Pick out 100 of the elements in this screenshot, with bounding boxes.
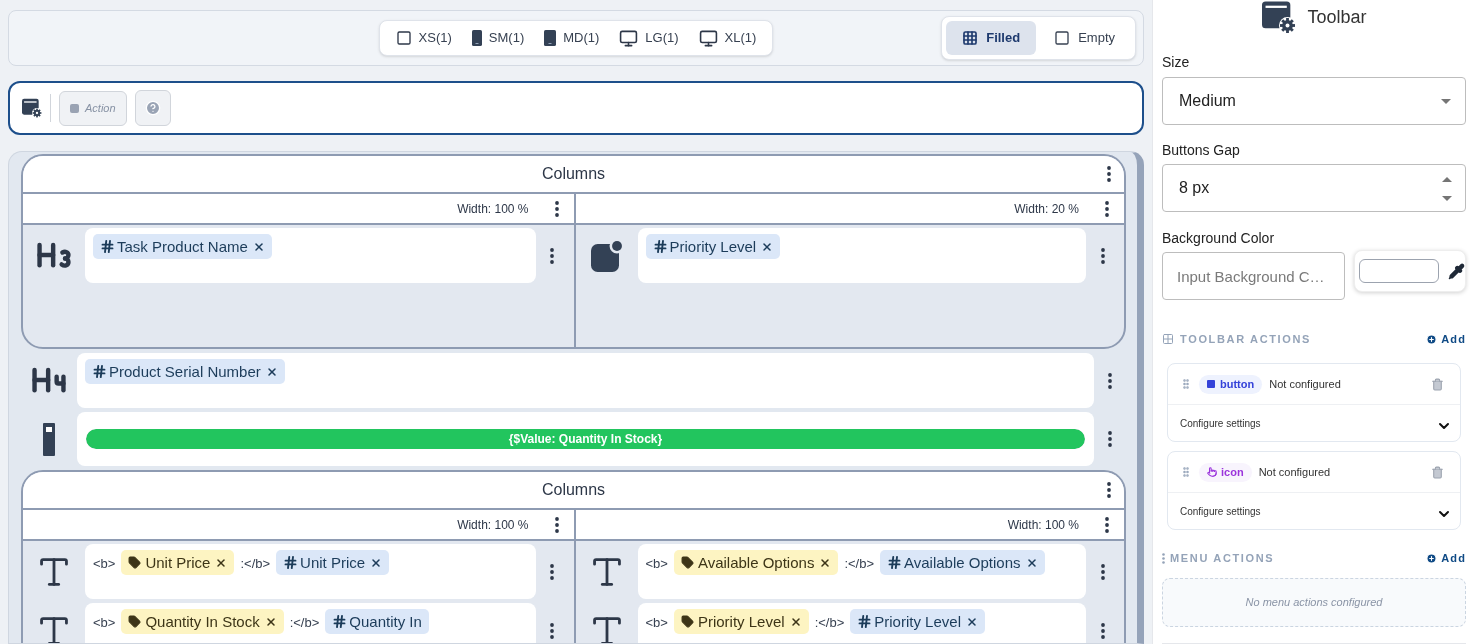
- field-label: Buttons Gap: [1162, 142, 1241, 158]
- chip-text: Task Product Name: [117, 238, 248, 255]
- columns-title: Columns: [540, 164, 607, 184]
- grid-icon: [962, 30, 979, 46]
- field-card[interactable]: <b> Priority Level :</b> Priority Level: [637, 603, 1086, 643]
- remove-icon[interactable]: [264, 616, 277, 628]
- tag-icon: [680, 556, 694, 569]
- more-options-icon[interactable]: [550, 563, 554, 580]
- more-options-icon[interactable]: [550, 622, 554, 639]
- dropdown-caret-icon: [1441, 98, 1451, 104]
- markup-text: :</b>: [289, 615, 320, 630]
- monitor-icon: [698, 28, 718, 48]
- breakpoint-tab[interactable]: XS(1): [385, 21, 462, 55]
- chip-text: Unit Price: [300, 554, 366, 571]
- more-options-icon[interactable]: [550, 247, 554, 264]
- field-card[interactable]: <b> Available Options :</b> Available Options: [637, 544, 1086, 599]
- markup-text: <b>: [645, 556, 668, 571]
- panel-title: Toolbar: [1307, 5, 1367, 29]
- chip-text: Quantity In: [349, 613, 422, 630]
- tag-icon: [128, 615, 142, 628]
- hash-icon: [100, 239, 115, 254]
- view-mode-tab[interactable]: Filled: [946, 21, 1037, 55]
- more-options-icon[interactable]: [1107, 482, 1111, 498]
- more-options-icon[interactable]: [1100, 622, 1105, 639]
- remove-icon[interactable]: [1025, 557, 1038, 569]
- field-card[interactable]: Priority Level: [637, 228, 1086, 283]
- field-label: Size: [1162, 54, 1191, 70]
- more-options-icon[interactable]: [1105, 200, 1109, 217]
- chip-text: Available Options: [904, 554, 1021, 571]
- more-options-icon[interactable]: [554, 200, 559, 217]
- text-type-icon: [40, 616, 68, 643]
- add-button[interactable]: Add: [1426, 330, 1466, 348]
- square-outline-icon: [1054, 30, 1071, 46]
- breakpoint-tab[interactable]: XL(1): [688, 21, 767, 55]
- spinner-down-icon[interactable]: [1442, 196, 1452, 201]
- more-options-icon[interactable]: [1108, 372, 1112, 389]
- chip-text: Priority Level: [874, 613, 961, 630]
- drag-handle-icon[interactable]: [1180, 465, 1192, 479]
- badge-text: button: [1220, 376, 1255, 392]
- chip-text: Product Serial Number: [109, 363, 261, 380]
- drag-handle-icon[interactable]: [1180, 377, 1192, 391]
- color-input-field[interactable]: Input Background C…: [1162, 252, 1345, 300]
- hash-icon: [332, 614, 348, 629]
- vertical-dots-icon: [1162, 552, 1165, 564]
- remove-icon[interactable]: [370, 557, 383, 569]
- heading-3-icon: [37, 242, 71, 269]
- help-icon: [144, 100, 161, 116]
- hash-icon: [887, 555, 903, 570]
- remove-icon[interactable]: [965, 616, 978, 628]
- remove-icon[interactable]: [789, 616, 802, 628]
- phone-icon: [471, 30, 482, 46]
- remove-icon[interactable]: [215, 557, 228, 569]
- more-options-icon[interactable]: [1107, 166, 1111, 182]
- breakpoint-tab[interactable]: LG(1): [609, 21, 689, 55]
- remove-icon[interactable]: [252, 241, 265, 253]
- spinner-up-icon[interactable]: [1442, 177, 1452, 182]
- square-icon: [1207, 380, 1215, 388]
- chip-text: Priority Level: [669, 238, 757, 255]
- remove-icon[interactable]: [265, 366, 278, 378]
- chip-text: Quantity In Stock: [145, 613, 260, 630]
- hash-icon: [857, 614, 873, 629]
- eyedropper-icon[interactable]: [1448, 262, 1465, 280]
- more-options-icon[interactable]: [554, 516, 559, 533]
- chip-text: Priority Level: [697, 613, 785, 630]
- plus-circle-icon: [1426, 552, 1438, 564]
- color-swatch-field[interactable]: [1359, 259, 1439, 283]
- field-card[interactable]: <b> Unit Price :</b> Unit Price: [85, 544, 536, 599]
- chip-text: Available Options: [697, 554, 815, 571]
- remove-icon[interactable]: [819, 557, 832, 569]
- markup-text: <b>: [93, 615, 116, 630]
- gap-input-field[interactable]: 8 px: [1162, 164, 1466, 212]
- more-options-icon[interactable]: [1105, 516, 1109, 533]
- more-options-icon[interactable]: [1100, 563, 1105, 580]
- remove-icon[interactable]: [761, 241, 774, 253]
- more-options-icon[interactable]: [1100, 247, 1105, 264]
- square-outline-icon: [395, 30, 412, 46]
- grid-icon: [1162, 333, 1174, 345]
- size-select[interactable]: Medium: [1162, 77, 1466, 125]
- field-card[interactable]: Task Product Name: [85, 228, 536, 283]
- empty-message: No menu actions configured: [1245, 595, 1383, 611]
- column-width-label: Width: 100 %: [1007, 516, 1079, 534]
- window-settings-icon: [22, 98, 42, 118]
- breakpoint-tab[interactable]: SM(1): [461, 21, 535, 55]
- tag-icon: [128, 556, 142, 569]
- markup-text: :</b>: [844, 556, 875, 571]
- add-button[interactable]: Add: [1426, 549, 1466, 567]
- chip-text: Unit Price: [145, 554, 211, 571]
- markup-text: <b>: [645, 615, 668, 630]
- markup-text: :</b>: [814, 615, 845, 630]
- field-card[interactable]: <b> Quantity In Stock :</b> Quantity In: [85, 603, 536, 643]
- column-width-label: Width: 100 %: [457, 200, 529, 218]
- text-type-icon: [40, 557, 68, 586]
- notification-square-icon: [590, 239, 623, 272]
- breakpoint-tab[interactable]: MD(1): [534, 21, 610, 55]
- field-card[interactable]: Product Serial Number: [77, 353, 1094, 408]
- square-icon: [70, 103, 79, 113]
- status-text: Not configured: [1258, 464, 1331, 480]
- heading-4-icon: [32, 367, 66, 394]
- more-options-icon[interactable]: [1108, 431, 1112, 447]
- columns-title: Columns: [540, 480, 607, 500]
